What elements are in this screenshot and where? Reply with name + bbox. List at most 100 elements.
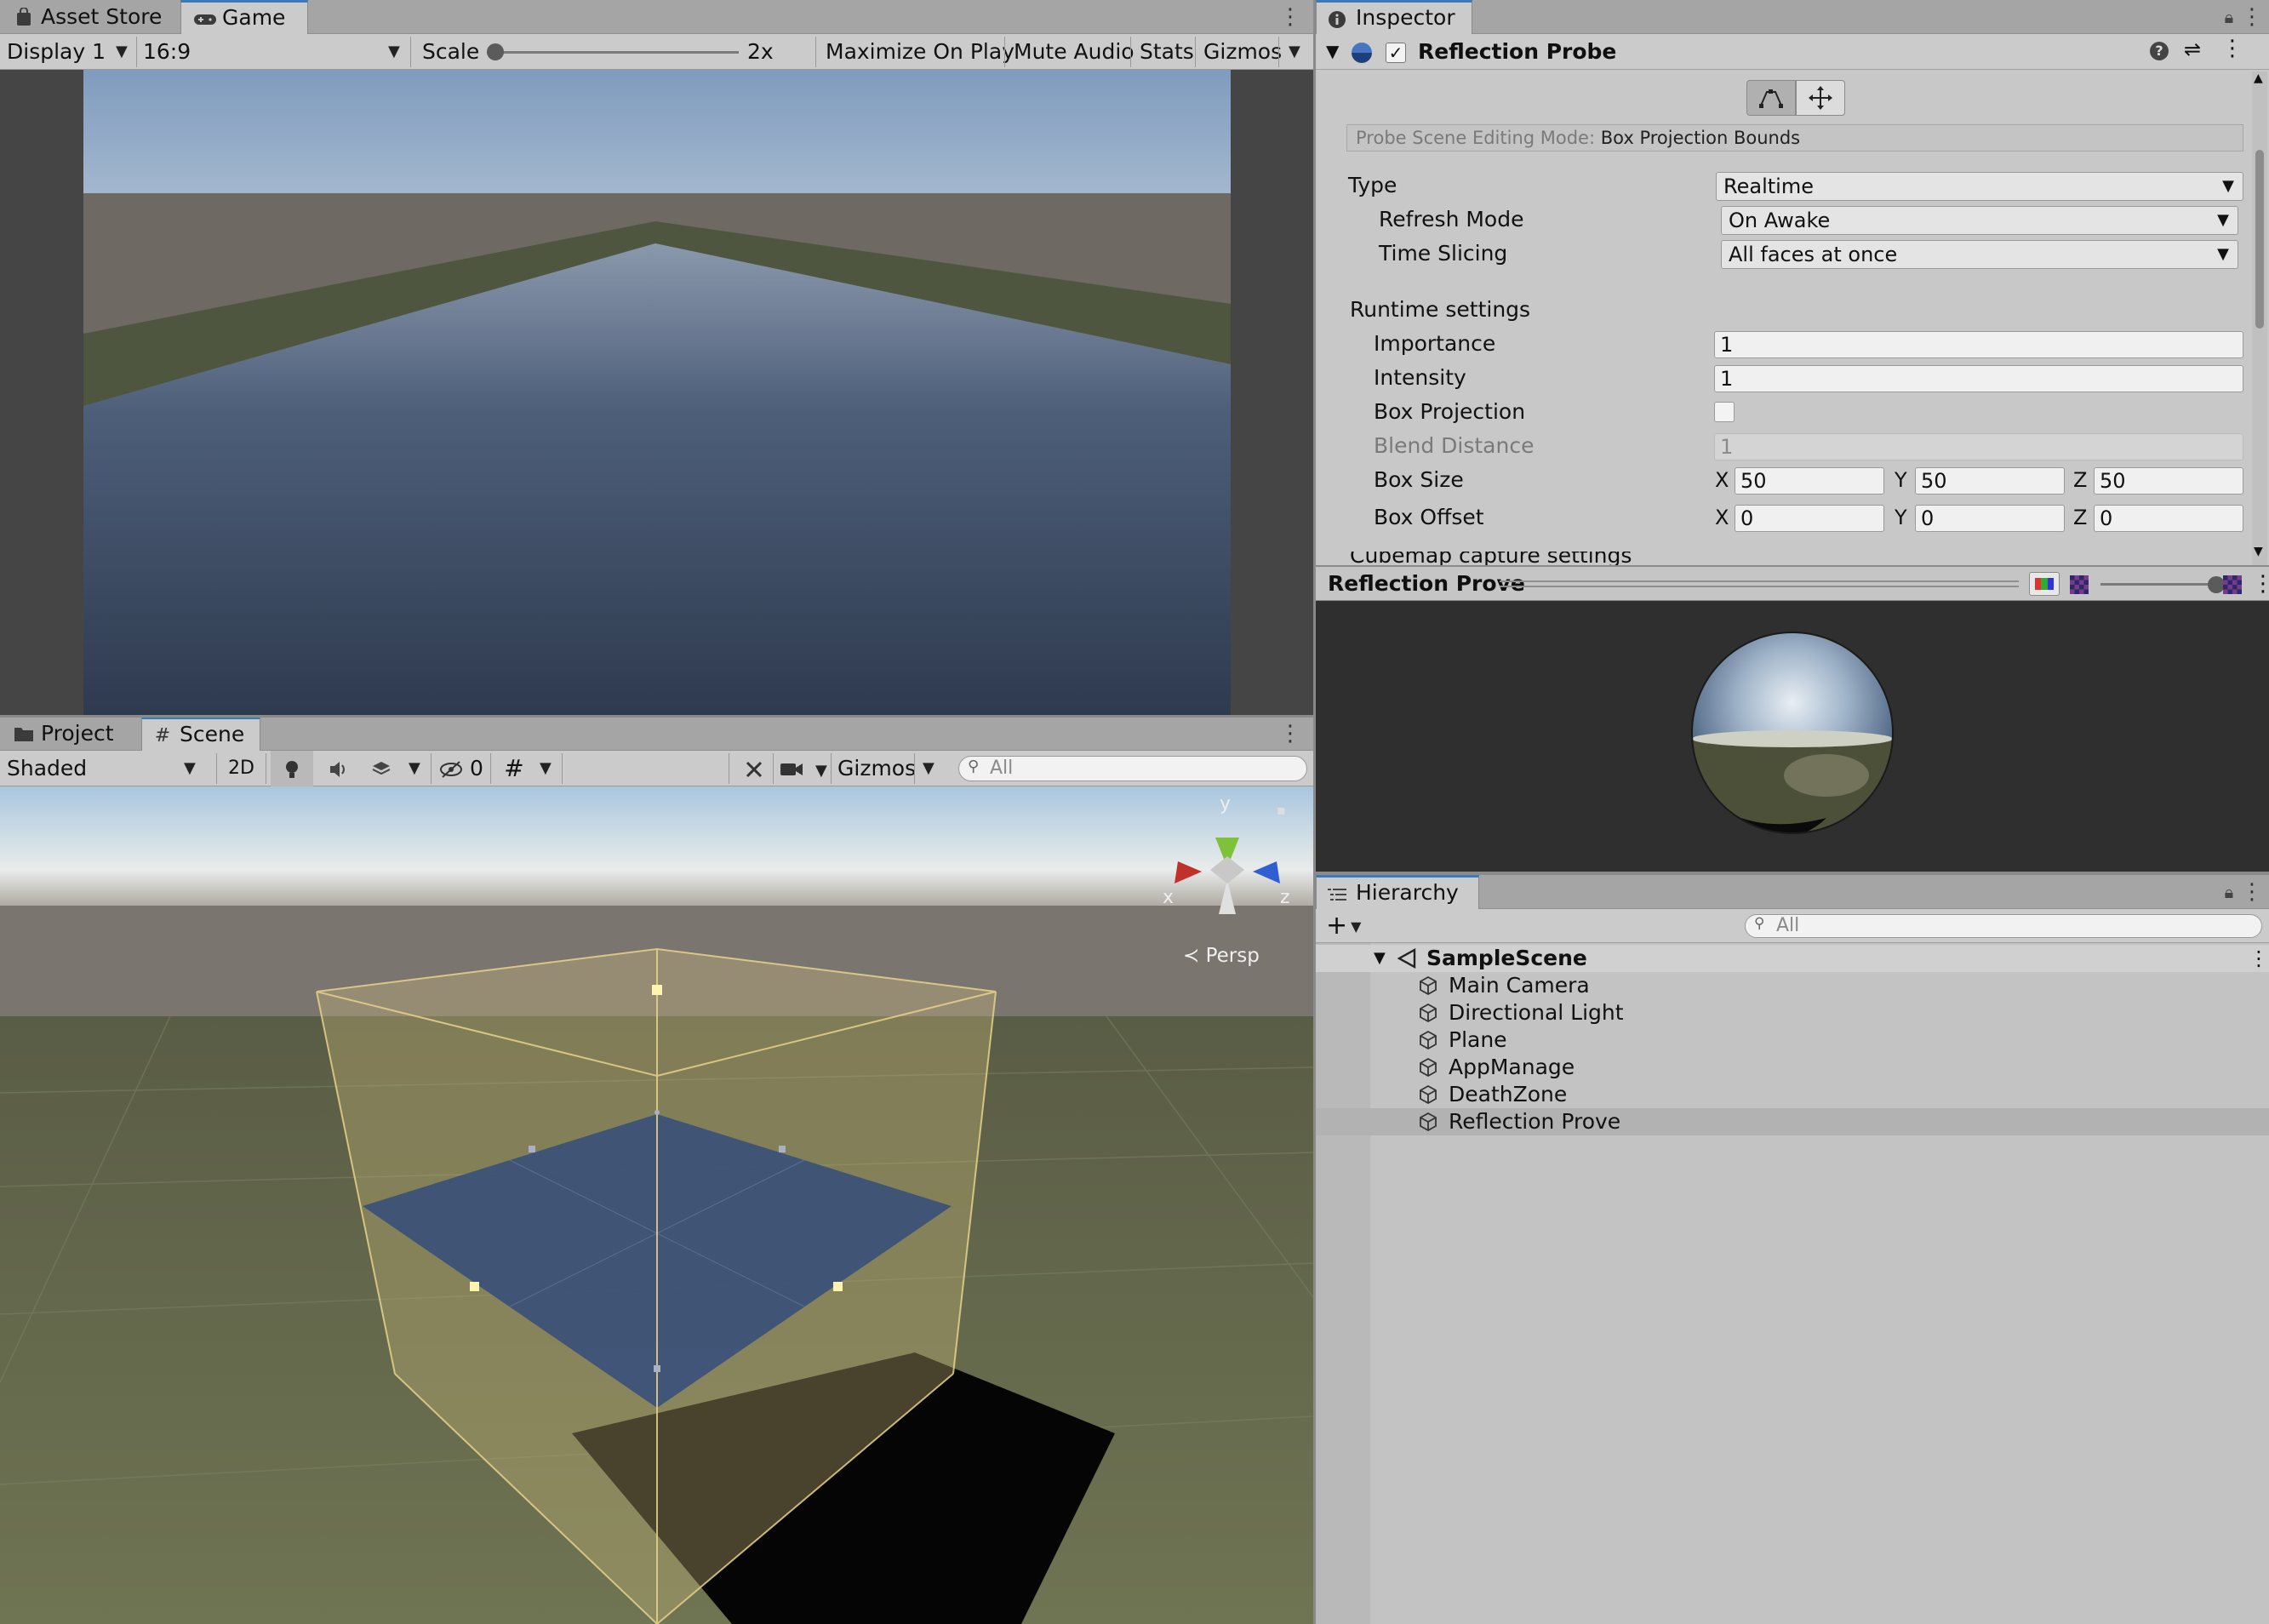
component-header: ▼ ✓ Reflection Probe ? ⇌ ⋮ <box>1316 34 2269 70</box>
component-menu-icon[interactable]: ⋮ <box>2221 36 2243 61</box>
alpha-channel-icon[interactable] <box>2070 575 2089 594</box>
inspector-scrollbar[interactable]: ▲ ▼ <box>2252 71 2267 565</box>
scrollbar-up-arrow-icon[interactable]: ▲ <box>2254 71 2263 85</box>
hierarchy-item-appmanage[interactable]: AppManage <box>1316 1054 2269 1081</box>
gizmos-dropdown-icon[interactable]: ▼ <box>1289 34 1300 70</box>
lock-icon[interactable]: 🔒︎ <box>2218 875 2240 909</box>
horizontal-splitter-game-scene[interactable] <box>0 715 1313 718</box>
tab-asset-store[interactable]: Asset Store <box>0 0 177 34</box>
box-size-x-label: X <box>1715 468 1729 492</box>
runtime-settings-header: Runtime settings <box>1316 293 2269 327</box>
box-offset-x-input[interactable]: 0 <box>1735 505 1884 532</box>
component-enabled-checkbox[interactable]: ✓ <box>1386 43 1406 63</box>
hierarchy-menu-icon[interactable]: ⋮ <box>2241 875 2263 909</box>
scene-panel-menu-icon[interactable]: ⋮ <box>1279 717 1301 751</box>
box-size-y-label: Y <box>1895 468 1907 492</box>
divider <box>562 753 563 784</box>
foldout-arrow-icon[interactable]: ▼ <box>1374 945 1386 972</box>
camera-settings-button[interactable]: ▼ <box>780 751 827 786</box>
lock-icon[interactable]: 🔒︎ <box>2218 0 2240 34</box>
intensity-input[interactable]: 1 <box>1714 365 2243 392</box>
gizmo-axis-y-label[interactable]: y <box>1220 793 1231 815</box>
scale-slider[interactable] <box>487 34 739 70</box>
gizmo-axis-x-label[interactable]: x <box>1163 887 1174 908</box>
hierarchy-item-reflection-prove[interactable]: Reflection Prove <box>1316 1108 2269 1135</box>
tab-game[interactable]: Game <box>180 0 308 34</box>
game-panel-menu-icon[interactable]: ⋮ <box>1279 0 1301 34</box>
vertical-splitter[interactable] <box>1313 0 1316 1624</box>
horizontal-splitter-preview-hierarchy[interactable] <box>1316 872 2269 875</box>
bounds-edit-icon <box>1759 89 1783 108</box>
refresh-mode-dropdown[interactable]: On Awake ▼ <box>1721 206 2238 235</box>
horizontal-splitter-inspector-preview[interactable] <box>1316 565 2269 567</box>
tab-hierarchy[interactable]: Hierarchy <box>1316 875 1479 909</box>
scene-menu-icon[interactable]: ⋮ <box>2249 945 2269 972</box>
box-size-y-input[interactable]: 50 <box>1915 467 2065 495</box>
hierarchy-item-plane[interactable]: Plane <box>1316 1026 2269 1054</box>
layers-icon <box>371 756 392 781</box>
scene-viewport[interactable]: y x z ▪ ≺ Persp <box>0 786 1313 1624</box>
hierarchy-scene-root[interactable]: ▼ SampleScene ⋮ <box>1316 945 2269 972</box>
time-slicing-dropdown[interactable]: All faces at once ▼ <box>1721 240 2238 269</box>
hierarchy-item-deathzone[interactable]: DeathZone <box>1316 1081 2269 1108</box>
scale-slider-thumb[interactable] <box>487 43 504 60</box>
scene-search-input[interactable]: ⚲ All <box>958 756 1307 781</box>
box-offset-z-input[interactable]: 0 <box>2094 505 2243 532</box>
create-button[interactable]: + ▼ <box>1326 909 1361 943</box>
grid-toggle[interactable]: # <box>497 751 531 786</box>
effects-dropdown-icon[interactable]: ▼ <box>409 751 420 786</box>
hierarchy-item-directional-light[interactable]: Directional Light <box>1316 999 2269 1026</box>
gizmos-toggle[interactable]: Gizmos <box>1203 34 1282 70</box>
reflection-sphere-preview[interactable] <box>1316 601 2269 872</box>
scene-tools-button[interactable] <box>737 751 771 786</box>
editing-mode-info: Probe Scene Editing Mode: Box Projection… <box>1346 124 2243 152</box>
tab-inspector[interactable]: Inspector <box>1316 0 1472 34</box>
scene-visibility-toggle[interactable]: 0 <box>439 751 483 786</box>
mip-slider-track <box>2100 583 2218 586</box>
lighting-toggle[interactable] <box>271 751 313 786</box>
mute-audio-toggle[interactable]: Mute Audio <box>1014 34 1134 70</box>
inspector-menu-icon[interactable]: ⋮ <box>2241 0 2263 34</box>
hierarchy-search-input[interactable]: ⚲ All <box>1745 914 2262 938</box>
hierarchy-item-main-camera[interactable]: Main Camera <box>1316 972 2269 999</box>
game-panel: Asset Store Game ⋮ Display 1 ▼ 16:9 ▼ Sc… <box>0 0 1313 717</box>
grid-dropdown-icon[interactable]: ▼ <box>540 751 552 786</box>
tab-scene[interactable]: # Scene <box>141 717 260 751</box>
maximize-on-play-toggle[interactable]: Maximize On Play <box>826 34 1014 70</box>
audio-toggle[interactable] <box>322 751 356 786</box>
stats-toggle[interactable]: Stats <box>1140 34 1194 70</box>
edit-bounds-button[interactable] <box>1746 80 1796 116</box>
preview-drag-handle[interactable] <box>1500 580 2019 587</box>
mip-level-slider[interactable] <box>2100 567 2233 601</box>
importance-input[interactable]: 1 <box>1714 331 2243 358</box>
type-dropdown[interactable]: Realtime ▼ <box>1716 172 2243 201</box>
move-origin-button[interactable] <box>1796 80 1845 116</box>
refresh-mode-row: Refresh Mode On Awake ▼ <box>1316 203 2269 237</box>
tab-project[interactable]: Project <box>0 717 140 751</box>
aspect-dropdown[interactable]: 16:9 ▼ <box>143 34 407 70</box>
toggle-2d-button[interactable]: 2D <box>228 751 254 786</box>
display-dropdown[interactable]: Display 1 ▼ <box>7 34 134 70</box>
presets-icon[interactable]: ⇌ <box>2184 37 2201 61</box>
shading-mode-dropdown[interactable]: Shaded ▼ <box>7 751 203 786</box>
effects-toggle[interactable] <box>364 751 398 786</box>
lightbulb-icon <box>284 756 300 781</box>
lock-icon[interactable]: ▪ <box>1277 802 1286 818</box>
projection-toggle[interactable]: ≺ Persp <box>1183 945 1260 967</box>
box-size-x-input[interactable]: 50 <box>1735 467 1884 495</box>
color-channels-icon[interactable] <box>2029 572 2060 596</box>
mip-slider-thumb[interactable] <box>2208 576 2225 593</box>
game-viewport[interactable] <box>0 70 1313 717</box>
scene-gizmos-toggle[interactable]: Gizmos <box>837 751 916 786</box>
preview-menu-icon[interactable]: ⋮ <box>2252 567 2269 601</box>
box-projection-checkbox[interactable] <box>1714 402 1735 422</box>
scrollbar-down-arrow-icon[interactable]: ▼ <box>2254 545 2263 558</box>
scrollbar-thumb[interactable] <box>2255 150 2264 329</box>
chevron-down-icon: ▼ <box>814 762 827 780</box>
scene-gizmos-dropdown-icon[interactable]: ▼ <box>923 751 934 786</box>
foldout-arrow-icon[interactable]: ▼ <box>1326 41 1339 61</box>
box-offset-y-input[interactable]: 0 <box>1915 505 2065 532</box>
help-icon[interactable]: ? <box>2150 42 2169 60</box>
box-size-z-input[interactable]: 50 <box>2094 467 2243 495</box>
gizmo-axis-z-label[interactable]: z <box>1280 887 1290 908</box>
